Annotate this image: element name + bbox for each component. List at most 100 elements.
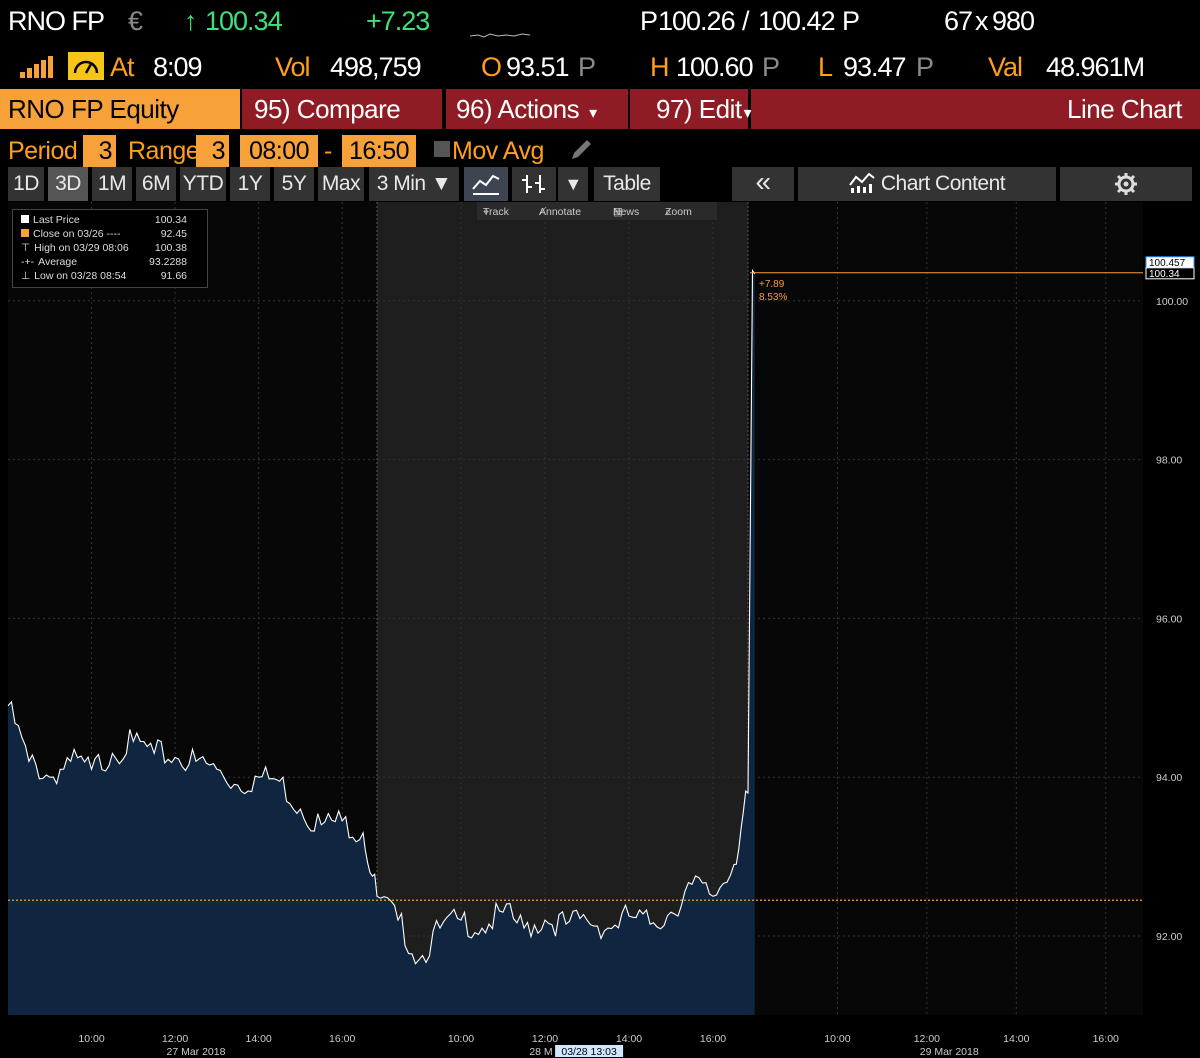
high-marker-icon: ⊤	[21, 242, 31, 254]
change-pct-annotation: 8.53%	[759, 292, 787, 303]
mov-avg-label: Mov Avg	[452, 137, 544, 165]
open-suffix: P	[578, 52, 596, 82]
annotate-label: Annotate	[539, 206, 582, 218]
compare-button[interactable]: 95) Compare	[242, 89, 442, 129]
y-tick-label: 96.00	[1156, 613, 1182, 625]
range-button-max[interactable]: Max	[318, 167, 364, 201]
dropdown-caret-icon: ▾	[589, 105, 597, 122]
settings-button[interactable]	[1060, 167, 1192, 201]
range-input[interactable]: 3	[196, 135, 229, 167]
gear-icon	[1115, 173, 1137, 195]
low-marker-icon: ⊥	[21, 270, 31, 282]
orange-swatch-icon	[21, 229, 29, 237]
table-button[interactable]: Table	[594, 167, 660, 201]
toolbar: 1D 3D 1M 6M YTD 1Y 5Y Max 3 Min ▼ ▼ Table « Cha…	[0, 167, 1200, 202]
high-suffix: P	[762, 52, 780, 82]
legend-value: 100.38	[154, 242, 187, 254]
x-tick-label: 14:00	[246, 1033, 272, 1045]
range-button-3d[interactable]: 3D	[48, 167, 88, 201]
legend-value: 93.2288	[149, 256, 187, 268]
ask-suffix: P	[842, 6, 860, 36]
high-price-tag-label: 100.457	[1149, 258, 1186, 269]
legend-item-low: ⊥ Low on 03/28 08:54	[21, 270, 126, 282]
x-tick-label: 10:00	[824, 1033, 850, 1045]
chart-tools-bar: ⌖ Track ⟋ Annotate ▤ News ⌕ Zoom	[477, 202, 717, 220]
price-chart[interactable]: +7.89 8.53% 92.00 94.00 96.00 98.00 100.00 100.…	[0, 202, 1200, 1058]
zoom-label: Zoom	[665, 206, 692, 218]
period-label: Period	[8, 137, 78, 165]
value-label: Val	[988, 52, 1023, 82]
legend-label: High on 03/29 08:06	[34, 242, 129, 254]
up-arrow-icon: ↑	[184, 6, 197, 36]
open-value: 93.51	[506, 52, 570, 82]
period-input[interactable]: 3	[83, 135, 116, 167]
change-annotation: +7.89	[759, 279, 785, 290]
range-button-5y[interactable]: 5Y	[274, 167, 314, 201]
last-price-tag-label: 100.34	[1149, 269, 1180, 280]
low-label: L	[818, 52, 833, 82]
ask-price: 100.42	[758, 6, 836, 36]
start-time-input[interactable]: 08:00	[240, 135, 318, 167]
chart-content-button[interactable]: Chart Content	[798, 167, 1056, 201]
range-dash: -	[324, 137, 332, 165]
x-tick-label: 16:00	[329, 1033, 355, 1045]
range-button-1m[interactable]: 1M	[92, 167, 132, 201]
x-tick-label: 10:00	[78, 1033, 104, 1045]
range-label: Range	[128, 137, 200, 165]
price-change: +7.23	[366, 6, 430, 36]
news-label: News	[613, 206, 640, 218]
compare-label: 95) Compare	[254, 94, 401, 124]
chart-style-dropdown[interactable]: ▼	[558, 167, 588, 201]
double-chevron-left-icon: «	[755, 166, 771, 197]
bar-chart-button[interactable]	[512, 167, 556, 201]
end-time-input[interactable]: 16:50	[342, 135, 416, 167]
cursor-date-label: 03/28 13:03	[561, 1046, 617, 1058]
ohlc-icon	[522, 175, 545, 193]
range-button-1d[interactable]: 1D	[8, 167, 44, 201]
legend-label: Close on 03/26 ----	[33, 228, 121, 240]
quote-row-2: At 8:09 Vol 498,759 O 93.51 P H 100.60 P…	[0, 48, 1200, 88]
day-label: 28 M	[529, 1046, 552, 1058]
y-tick-label: 98.00	[1156, 455, 1182, 467]
bid-prefix: P	[640, 6, 658, 36]
interval-dropdown[interactable]: 3 Min ▼	[369, 167, 459, 201]
y-tick-label: 100.00	[1156, 296, 1188, 308]
range-button-ytd[interactable]: YTD	[180, 167, 226, 201]
legend-value: 100.34	[154, 214, 187, 226]
chart-type-label: Line Chart	[1067, 94, 1182, 124]
security-label: RNO FP Equity	[8, 94, 179, 124]
chart-legend[interactable]: Last Price 100.34 Close on 03/26 ---- 92…	[12, 209, 208, 288]
sparkline-icon	[470, 33, 530, 38]
ticker[interactable]: RNO FP	[8, 6, 105, 37]
actions-button[interactable]: 96) Actions ▾	[446, 89, 628, 129]
range-button-1y[interactable]: 1Y	[230, 167, 270, 201]
speedometer-icon[interactable]	[68, 52, 104, 80]
collapse-button[interactable]: «	[732, 167, 794, 201]
day-label: 27 Mar 2018	[166, 1046, 225, 1058]
legend-item-last-price: Last Price	[21, 214, 80, 226]
legend-value: 91.66	[160, 270, 187, 282]
dropdown-caret-icon: ▼	[564, 174, 582, 194]
x-tick-label: 16:00	[700, 1033, 726, 1045]
x-tick-label: 10:00	[448, 1033, 474, 1045]
quote-time: 8:09	[153, 52, 203, 82]
pencil-icon[interactable]	[568, 137, 594, 163]
y-tick-label: 92.00	[1156, 931, 1182, 943]
legend-item-average: -+- Average	[21, 256, 77, 268]
range-button-6m[interactable]: 6M	[136, 167, 176, 201]
low-suffix: P	[916, 52, 934, 82]
security-field[interactable]: RNO FP Equity	[0, 89, 240, 129]
open-label: O	[481, 52, 502, 82]
legend-value: 92.45	[160, 228, 187, 240]
line-chart-button[interactable]	[464, 167, 508, 201]
volume-label: Vol	[275, 52, 311, 82]
period-row: Period 3 Range 3 08:00 - 16:50 Mov Avg	[0, 133, 1200, 167]
chart-type-button[interactable]: Line Chart	[751, 89, 1200, 129]
mov-avg-checkbox[interactable]	[434, 141, 450, 157]
edit-button[interactable]: 97) Edit ▾	[630, 89, 752, 129]
x-tick-label: 14:00	[616, 1033, 642, 1045]
x-tick-label: 12:00	[532, 1033, 558, 1045]
legend-label: Low on 03/28 08:54	[34, 270, 127, 282]
x-tick-label: 16:00	[1093, 1033, 1119, 1045]
size-separator: x	[975, 6, 988, 36]
